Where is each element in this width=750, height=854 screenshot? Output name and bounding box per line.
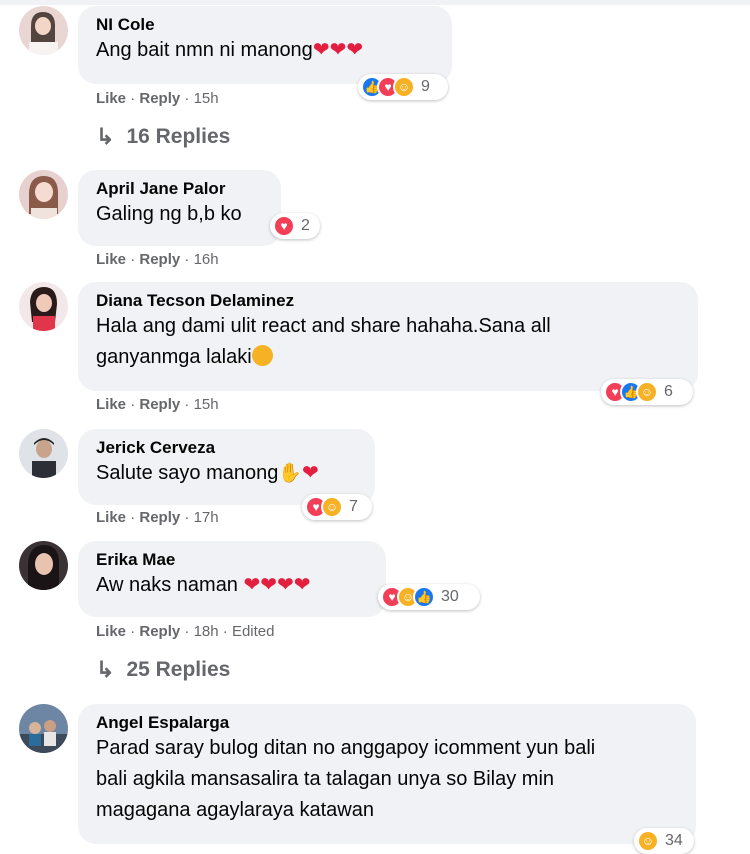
heart-emoji: ❤: [302, 462, 319, 484]
top-divider: [0, 0, 750, 5]
edited-label: Edited: [231, 623, 275, 640]
replies-label: 25 Replies: [126, 658, 231, 681]
comment-text: Parad saray bulog ditan no anggapoy icom…: [96, 737, 596, 759]
comment-author[interactable]: Erika Mae: [96, 550, 368, 570]
comment-text-body: Ang bait nmn ni manong: [96, 39, 313, 61]
care-icon: ☺: [321, 496, 343, 518]
reply-button[interactable]: Reply: [139, 90, 180, 107]
comment-text: Salute sayo manong✋❤: [96, 458, 357, 489]
comment-actions: Like · Reply · 16h: [96, 251, 219, 268]
reaction-summary[interactable]: ♥ 👍 ☺ 6: [601, 379, 693, 405]
love-icon: ♥: [273, 215, 295, 237]
comment-text: Hala ang dami ulit react and share hahah…: [96, 315, 551, 337]
reaction-summary[interactable]: ☺ 34: [634, 828, 694, 854]
comment-author[interactable]: Angel Espalarga: [96, 713, 678, 733]
timestamp[interactable]: 18h: [194, 623, 219, 640]
like-button[interactable]: Like: [96, 90, 126, 107]
comment-text-body: Salute sayo manong: [96, 462, 279, 484]
avatar-image: [19, 429, 68, 478]
timestamp[interactable]: 15h: [194, 90, 219, 107]
avatar-image: [19, 6, 68, 55]
comment-text-line2: bali agkila mansasalira ta talagan unya …: [96, 768, 555, 790]
separator: ·: [184, 251, 190, 268]
reply-arrow-icon: ↳: [96, 124, 115, 149]
comment-text: Ang bait nmn ni manong❤❤❤: [96, 35, 434, 66]
reaction-count: 34: [665, 832, 683, 849]
separator: ·: [222, 623, 228, 640]
comment-bubble: April Jane Palor Galing ng b,b ko: [78, 170, 281, 246]
comment-bubble: Erika Mae Aw naks naman ❤❤❤❤: [78, 541, 386, 617]
comment-text-body: ganyanmga lalaki: [96, 346, 252, 368]
separator: ·: [130, 396, 136, 413]
avatar-image: [19, 704, 68, 753]
comment-text-line3: magagana agaylaraya katawan: [96, 799, 374, 821]
timestamp[interactable]: 15h: [194, 396, 219, 413]
reaction-summary[interactable]: 👍 ♥ ☺ 9: [358, 74, 448, 100]
reaction-count: 30: [441, 588, 459, 605]
clap-emoji: ✋: [278, 463, 303, 484]
comment-author[interactable]: April Jane Palor: [96, 179, 263, 199]
comment-author[interactable]: NI Cole: [96, 15, 434, 35]
reaction-count: 2: [301, 217, 310, 234]
reaction-count: 9: [421, 78, 430, 95]
separator: ·: [184, 90, 190, 107]
separator: ·: [184, 396, 190, 413]
avatar-image: [19, 541, 68, 590]
separator: ·: [130, 509, 136, 526]
avatar[interactable]: [19, 704, 68, 753]
reply-arrow-icon: ↳: [96, 657, 115, 682]
reply-button[interactable]: Reply: [139, 623, 180, 640]
timestamp[interactable]: 17h: [194, 509, 219, 526]
avatar[interactable]: [19, 429, 68, 478]
timestamp[interactable]: 16h: [194, 251, 219, 268]
comment-author[interactable]: Jerick Cerveza: [96, 438, 357, 458]
care-icon: ☺: [393, 76, 415, 98]
comment-actions: Like · Reply · 18h · Edited: [96, 623, 274, 640]
separator: ·: [130, 623, 136, 640]
avatar-image: [19, 282, 68, 331]
smile-emoji: [251, 345, 273, 366]
reply-button[interactable]: Reply: [139, 396, 180, 413]
reaction-count: 6: [664, 383, 673, 400]
avatar[interactable]: [19, 541, 68, 590]
comment-text-line2: ganyanmga lalaki: [96, 342, 680, 373]
avatar[interactable]: [19, 282, 68, 331]
like-button[interactable]: Like: [96, 396, 126, 413]
avatar-image: [19, 170, 68, 219]
like-button[interactable]: Like: [96, 509, 126, 526]
separator: ·: [184, 509, 190, 526]
comment-actions: Like · Reply · 15h: [96, 90, 219, 107]
like-icon: 👍: [413, 586, 435, 608]
comment-author[interactable]: Diana Tecson Delaminez: [96, 291, 680, 311]
comment-text: Galing ng b,b ko: [96, 203, 242, 225]
comment-bubble: NI Cole Ang bait nmn ni manong❤❤❤: [78, 6, 452, 84]
comment-actions: Like · Reply · 15h: [96, 396, 219, 413]
reaction-summary[interactable]: ♥ ☺ 👍 30: [378, 584, 480, 610]
comment-text-body: Aw naks naman: [96, 574, 238, 596]
avatar[interactable]: [19, 6, 68, 55]
comment-bubble: Angel Espalarga Parad saray bulog ditan …: [78, 704, 696, 844]
view-replies-button[interactable]: ↳ 25 Replies: [96, 657, 230, 683]
separator: ·: [130, 90, 136, 107]
reaction-summary[interactable]: ♥ 2: [270, 213, 320, 239]
like-button[interactable]: Like: [96, 623, 126, 640]
reply-button[interactable]: Reply: [139, 251, 180, 268]
comment-bubble: Diana Tecson Delaminez Hala ang dami uli…: [78, 282, 698, 391]
separator: ·: [130, 251, 136, 268]
care-icon: ☺: [637, 830, 659, 852]
avatar[interactable]: [19, 170, 68, 219]
like-button[interactable]: Like: [96, 251, 126, 268]
separator: ·: [184, 623, 190, 640]
comment-actions: Like · Reply · 17h: [96, 509, 219, 526]
comment-text: Aw naks naman ❤❤❤❤: [96, 570, 368, 601]
heart-emojis: ❤❤❤: [312, 39, 364, 61]
reaction-summary[interactable]: ♥ ☺ 7: [302, 494, 372, 520]
heart-emojis: ❤❤❤❤: [243, 574, 311, 596]
view-replies-button[interactable]: ↳ 16 Replies: [96, 124, 230, 150]
reply-button[interactable]: Reply: [139, 509, 180, 526]
reaction-count: 7: [349, 498, 358, 515]
replies-label: 16 Replies: [126, 125, 231, 148]
care-icon: ☺: [636, 381, 658, 403]
